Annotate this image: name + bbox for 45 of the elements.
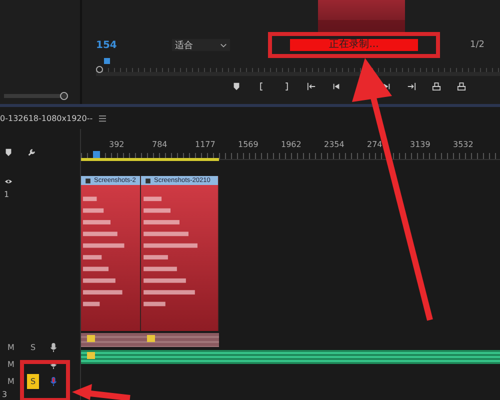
marker-icon[interactable] — [4, 148, 13, 156]
ruler-label: 784 — [152, 140, 168, 148]
in-point-icon[interactable] — [96, 66, 103, 73]
annotation-arrow — [72, 384, 132, 400]
ruler-label: 2354 — [324, 140, 346, 148]
ruler-label: 3139 — [410, 140, 432, 148]
ruler-label: 1962 — [281, 140, 302, 148]
clip-icon[interactable] — [145, 178, 151, 184]
audio-clip[interactable] — [81, 332, 219, 346]
marker-icon[interactable] — [232, 82, 241, 91]
ruler-label: 392 — [109, 140, 126, 148]
solo-button[interactable]: S — [27, 340, 39, 355]
go-to-in-icon[interactable] — [307, 82, 316, 91]
fx-badge-icon — [87, 334, 95, 342]
recording-banner: 正在录制... — [290, 39, 418, 51]
clip-icon[interactable] — [85, 178, 91, 184]
microphone-icon[interactable] — [49, 343, 58, 352]
wrench-icon[interactable] — [27, 148, 36, 156]
go-to-out-icon[interactable] — [407, 82, 416, 91]
ruler-label: 1569 — [238, 140, 260, 148]
fx-badge-icon — [147, 334, 155, 342]
lift-icon[interactable] — [432, 82, 441, 91]
step-back-icon[interactable] — [332, 82, 341, 91]
caret-icon — [220, 42, 227, 48]
mute-button[interactable]: M — [5, 340, 17, 355]
fx-badge-icon — [87, 352, 95, 358]
track-label: 1 — [4, 190, 10, 199]
highlight-frame — [20, 360, 70, 400]
ruler-label: 274 — [367, 140, 384, 148]
timecode[interactable]: 154 — [96, 40, 172, 50]
mute-button[interactable]: M — [5, 357, 17, 372]
zoom-dropdown[interactable]: 适合 — [172, 39, 230, 51]
eye-icon[interactable] — [4, 177, 13, 186]
extract-icon[interactable] — [457, 82, 466, 91]
zoom-slider[interactable] — [4, 92, 68, 100]
ruler-label: 1177 — [195, 140, 216, 148]
mute-button[interactable]: M — [5, 374, 17, 389]
ruler-label: 3532 — [453, 140, 474, 148]
menu-icon[interactable] — [98, 114, 106, 122]
sequence-tab[interactable]: 0-132618-1080x1920-- — [0, 114, 93, 122]
track-label: 3 — [1, 390, 8, 399]
solo-button[interactable]: S — [27, 374, 39, 389]
time-ruler[interactable] — [96, 58, 500, 76]
resolution-dropdown[interactable]: 1/2 — [470, 40, 484, 50]
audio-waveform-clip[interactable] — [81, 350, 500, 364]
